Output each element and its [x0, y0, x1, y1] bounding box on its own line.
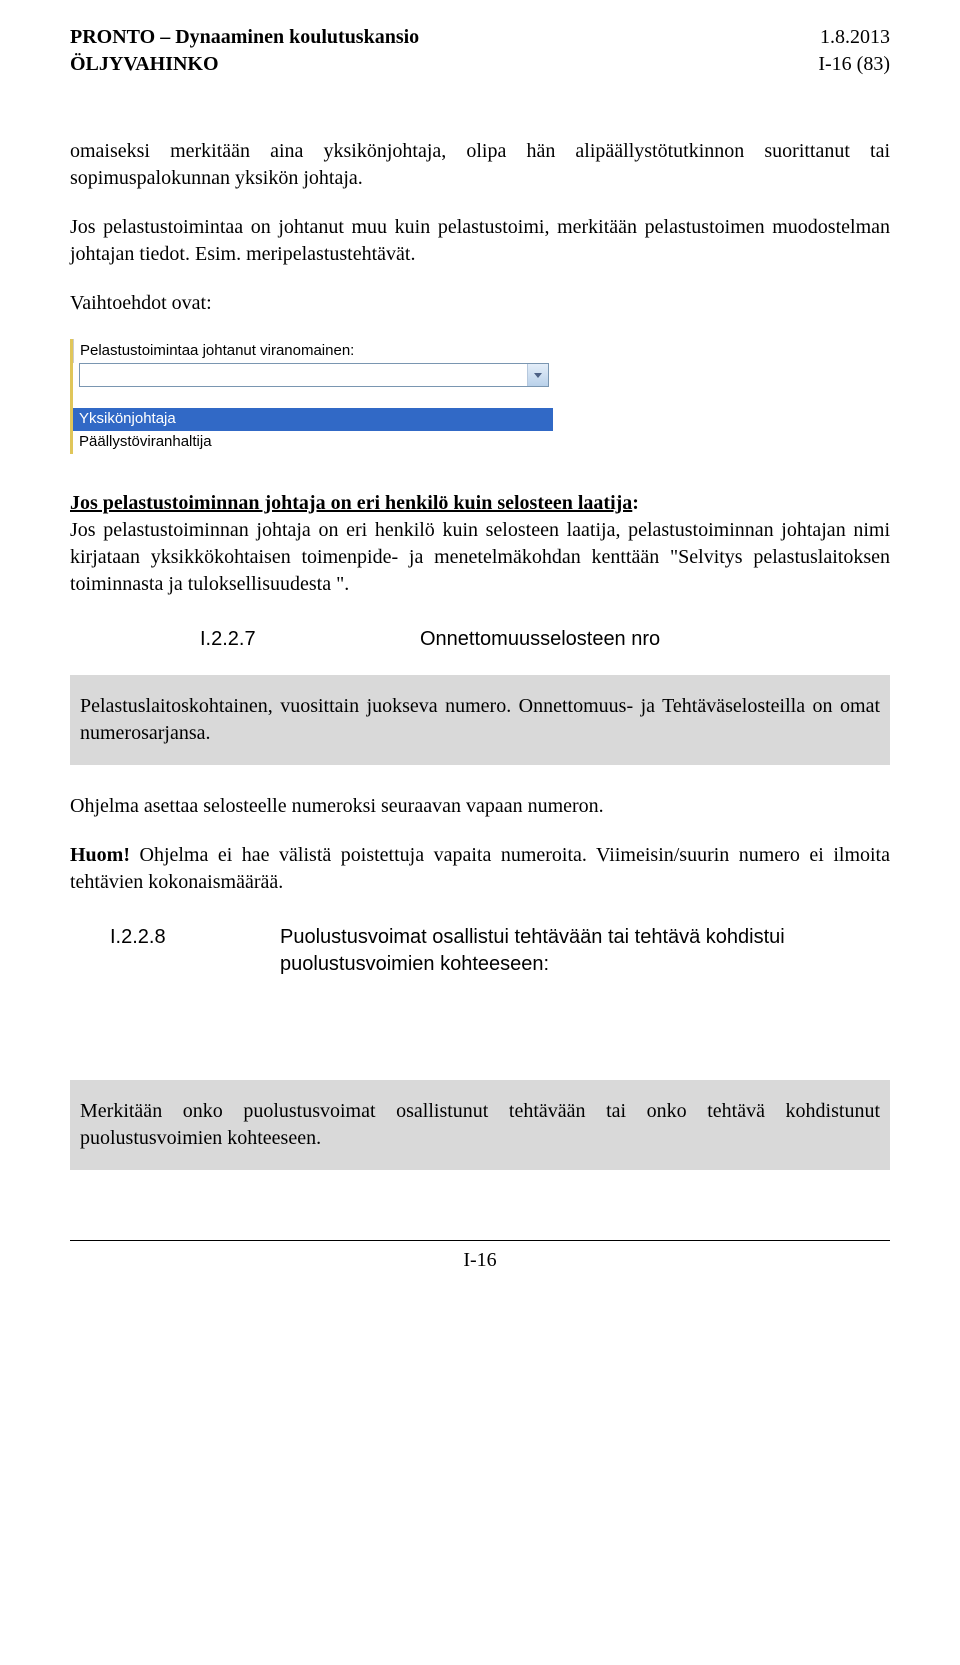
dropdown-input[interactable]: [79, 363, 549, 387]
info-box: Pelastuslaitoskohtainen, vuosittain juok…: [70, 675, 890, 765]
info-box-text: Pelastuslaitoskohtainen, vuosittain juok…: [80, 693, 880, 747]
header-right: 1.8.2013 I-16 (83): [818, 24, 890, 78]
header-left: PRONTO – Dynaaminen koulutuskansio ÖLJYV…: [70, 24, 419, 78]
info-box: Merkitään onko puolustusvoimat osallistu…: [70, 1080, 890, 1170]
inline-colon: :: [632, 492, 639, 514]
note-text: Ohjelma ei hae välistä poistettuja vapai…: [70, 844, 890, 893]
header-page: I-16 (83): [818, 51, 890, 78]
spacer: [70, 1000, 890, 1070]
section-title: Puolustusvoimat osallistui tehtävään tai…: [280, 924, 890, 978]
header-date: 1.8.2013: [818, 24, 890, 51]
header-title-1: PRONTO – Dynaaminen koulutuskansio: [70, 24, 419, 51]
section-heading: I.2.2.8 Puolustusvoimat osallistui tehtä…: [70, 924, 890, 978]
dropdown-value: [80, 364, 527, 386]
dropdown-toggle[interactable]: [527, 364, 548, 386]
body-paragraph: Jos pelastustoiminnan johtaja on eri hen…: [70, 490, 890, 598]
page-header: PRONTO – Dynaaminen koulutuskansio ÖLJYV…: [70, 24, 890, 78]
dropdown-list: Yksikönjohtaja Päällystöviranhaltija: [73, 388, 553, 454]
page-footer: I-16: [70, 1240, 890, 1274]
body-paragraph: Vaihtoehdot ovat:: [70, 290, 890, 317]
body-paragraph: Jos pelastustoimintaa on johtanut muu ku…: [70, 214, 890, 268]
dropdown-label: Pelastustoimintaa johtanut viranomainen:: [73, 339, 553, 363]
info-box-text: Merkitään onko puolustusvoimat osallistu…: [80, 1098, 880, 1152]
body-paragraph: omaiseksi merkitään aina yksikönjohtaja,…: [70, 138, 890, 192]
inline-heading: Jos pelastustoiminnan johtaja on eri hen…: [70, 492, 632, 514]
body-paragraph: Huom! Ohjelma ei hae välistä poistettuja…: [70, 842, 890, 896]
note-label: Huom!: [70, 844, 130, 866]
section-number: I.2.2.7: [70, 626, 420, 653]
section-heading: I.2.2.7 Onnettomuusselosteen nro: [70, 626, 890, 653]
header-title-2: ÖLJYVAHINKO: [70, 51, 419, 78]
section-number: I.2.2.8: [70, 924, 280, 951]
body-text: Jos pelastustoiminnan johtaja on eri hen…: [70, 519, 890, 595]
dropdown-option[interactable]: Yksikönjohtaja: [73, 408, 553, 430]
chevron-down-icon: [534, 373, 542, 378]
dropdown-option[interactable]: Päällystöviranhaltija: [73, 431, 553, 453]
dropdown-screenshot: Pelastustoimintaa johtanut viranomainen:…: [70, 339, 553, 454]
body-paragraph: Ohjelma asettaa selosteelle numeroksi se…: [70, 793, 890, 820]
section-title: Onnettomuusselosteen nro: [420, 626, 890, 653]
dropdown-option-blank[interactable]: [73, 388, 553, 408]
